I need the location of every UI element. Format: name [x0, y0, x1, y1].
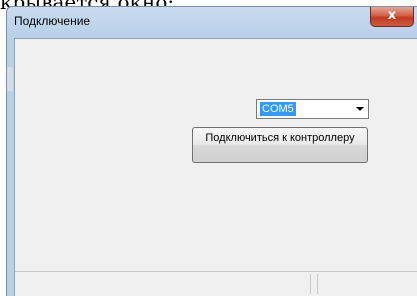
status-bar [15, 271, 417, 296]
close-button[interactable]: x [370, 7, 414, 27]
com-port-select[interactable]: COM5 [256, 99, 369, 119]
status-separator [310, 274, 311, 294]
chevron-down-icon[interactable] [356, 107, 364, 111]
connect-controller-button[interactable]: Подключиться к контроллеру [192, 127, 368, 163]
com-port-value: COM5 [260, 102, 296, 116]
client-area: COM5 Подключиться к контроллеру [14, 38, 417, 296]
connection-window: Подключение x COM5 Подключиться к контро… [6, 6, 417, 296]
window-left-edge [7, 67, 13, 91]
status-separator [317, 274, 318, 294]
close-icon: x [387, 8, 397, 23]
title-bar[interactable]: Подключение x [7, 7, 417, 37]
window-title: Подключение [14, 14, 91, 28]
